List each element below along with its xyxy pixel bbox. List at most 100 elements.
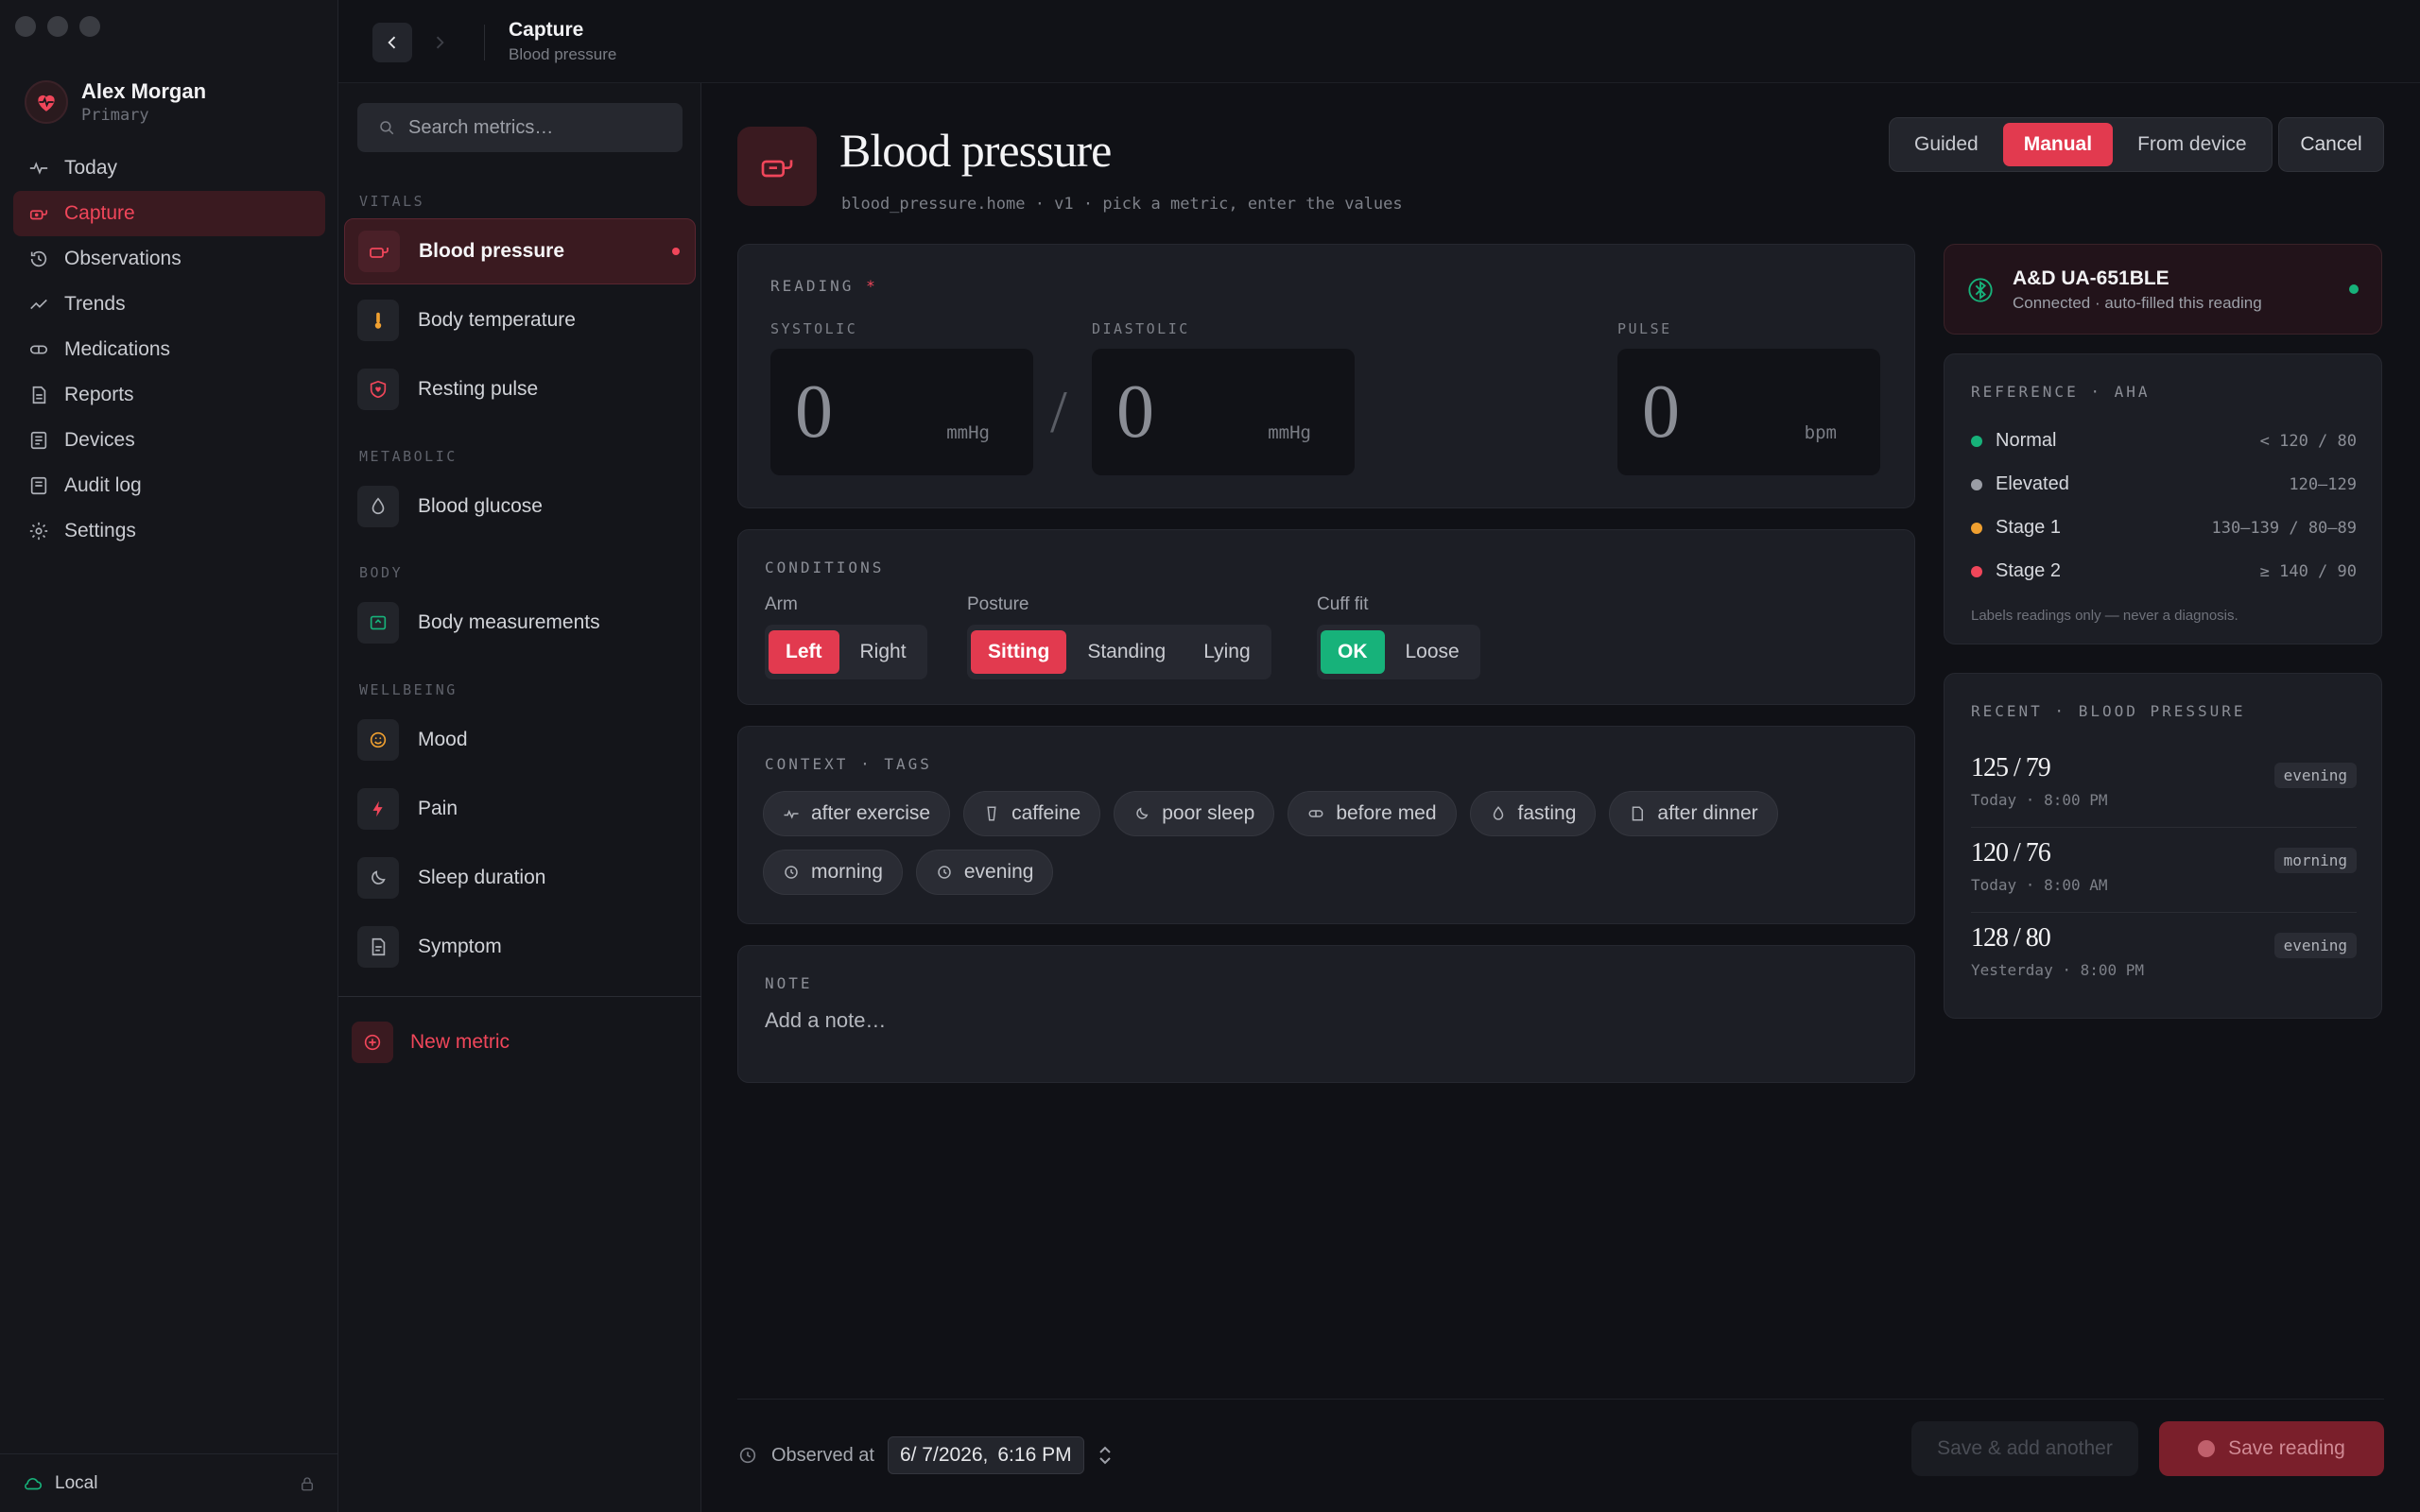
sidebar-item-today[interactable]: Today — [13, 146, 325, 191]
note-card[interactable]: NOTE Add a note… — [737, 945, 1915, 1083]
sidebar-item-capture[interactable]: Capture — [13, 191, 325, 236]
sidebar-item-label: Capture — [64, 202, 135, 224]
date-value: 6/ 7/2026, — [899, 1444, 989, 1466]
metric-label: Mood — [418, 729, 468, 750]
cancel-button[interactable]: Cancel — [2278, 117, 2384, 172]
moon-icon — [1136, 807, 1149, 819]
forward-button[interactable] — [420, 23, 459, 62]
sidebar-item-observations[interactable]: Observations — [13, 236, 325, 282]
profile[interactable]: Alex Morgan Primary — [25, 79, 206, 125]
metric-label: Resting pulse — [418, 378, 539, 400]
divider — [1971, 912, 2357, 913]
search-icon — [380, 121, 394, 135]
note-label: NOTE — [765, 974, 813, 992]
metric-item-blood-pressure[interactable]: Blood pressure — [344, 218, 696, 284]
sidebar-item-audit-log[interactable]: Audit log — [13, 463, 325, 508]
sidebar-item-settings[interactable]: Settings — [13, 508, 325, 554]
clock-icon — [785, 866, 798, 879]
clock-icon — [938, 866, 951, 879]
time-value: 6:16 PM — [997, 1444, 1072, 1466]
sidebar-item-label: Trends — [64, 293, 126, 315]
user-role: Primary — [81, 106, 149, 125]
tag-chip[interactable]: fasting — [1469, 791, 1597, 836]
close-window-button[interactable] — [15, 16, 36, 37]
diastolic-input[interactable]: 0 mmHg — [1092, 349, 1355, 475]
metric-item-pain[interactable]: Pain — [344, 776, 696, 842]
sidebar-item-devices[interactable]: Devices — [13, 418, 325, 463]
posture-lying[interactable]: Lying — [1186, 630, 1267, 674]
recent-reading[interactable]: 125 / 79 Today · 8:00 PM evening — [1971, 753, 2357, 809]
sidebar-item-label: Settings — [64, 520, 136, 541]
minimize-window-button[interactable] — [47, 16, 68, 37]
device-card[interactable]: A&D UA-651BLE Connected · auto-filled th… — [1944, 244, 2382, 335]
zoom-window-button[interactable] — [79, 16, 100, 37]
back-button[interactable] — [372, 23, 412, 62]
tag-chip[interactable]: after dinner — [1609, 791, 1778, 836]
systolic-input[interactable]: 0 mmHg — [770, 349, 1033, 475]
sidebar-item-label: Reports — [64, 384, 134, 405]
record-icon — [2198, 1440, 2216, 1457]
pulse-label: PULSE — [1617, 320, 1672, 337]
pulse-icon — [29, 162, 48, 175]
group-body: BODY — [359, 564, 404, 581]
disclaimer: Labels readings only — never a diagnosis… — [1971, 608, 2238, 624]
posture-switch: Sitting Standing Lying — [967, 625, 1271, 679]
metric-item-body-temperature[interactable]: Body temperature — [344, 287, 696, 353]
sidebar-item-trends[interactable]: Trends — [13, 282, 325, 327]
reference-row: Normal < 120 / 80 — [1971, 430, 2357, 452]
mode-from-device[interactable]: From device — [2117, 123, 2268, 166]
metric-item-resting-pulse[interactable]: Resting pulse — [344, 356, 696, 422]
device-icon — [30, 431, 47, 450]
systolic-label: SYSTOLIC — [770, 320, 858, 337]
divider — [338, 996, 701, 997]
bolt-icon — [357, 788, 399, 830]
sidebar-item-reports[interactable]: Reports — [13, 372, 325, 418]
posture-standing[interactable]: Standing — [1070, 630, 1183, 674]
metric-item-symptom[interactable]: Symptom — [344, 914, 696, 980]
stepper-icon[interactable] — [1098, 1442, 1113, 1469]
datetime-input[interactable]: 6/ 7/2026, 6:16 PM — [887, 1436, 1084, 1474]
user-name: Alex Morgan — [81, 79, 207, 103]
save-label: Save reading — [2228, 1437, 2345, 1459]
tag-chip[interactable]: poor sleep — [1114, 791, 1275, 836]
group-metabolic: METABOLIC — [359, 448, 458, 465]
window-controls — [15, 16, 100, 37]
metric-item-mood[interactable]: Mood — [344, 707, 696, 773]
cuff-loose[interactable]: Loose — [1389, 630, 1477, 674]
device-name: A&D UA-651BLE — [2013, 267, 2169, 289]
metric-item-body-measurements[interactable]: Body measurements — [344, 590, 696, 656]
arm-left[interactable]: Left — [769, 630, 839, 674]
recent-reading[interactable]: 120 / 76 Today · 8:00 AM morning — [1971, 838, 2357, 894]
save-reading-button[interactable]: Save reading — [2159, 1421, 2384, 1476]
mode-guided[interactable]: Guided — [1893, 123, 1999, 166]
cuff-ok[interactable]: OK — [1321, 630, 1385, 674]
tag-chip[interactable]: morning — [763, 850, 903, 895]
save-add-another-button[interactable]: Save & add another — [1911, 1421, 2138, 1476]
metric-item-sleep-duration[interactable]: Sleep duration — [344, 845, 696, 911]
pulse-input[interactable]: 0 bpm — [1617, 349, 1880, 475]
new-metric-label: New metric — [410, 1031, 510, 1053]
note-input[interactable]: Add a note… — [765, 1008, 886, 1033]
search-input[interactable]: Search metrics… — [357, 103, 683, 152]
tag-chip[interactable]: caffeine — [963, 791, 1101, 836]
tag-chip[interactable]: evening — [915, 850, 1054, 895]
mode-manual[interactable]: Manual — [2002, 123, 2114, 166]
systolic-value: 0 — [795, 370, 833, 454]
metric-item-blood-glucose[interactable]: Blood glucose — [344, 473, 696, 540]
new-metric-button[interactable]: New metric — [352, 1019, 510, 1066]
main-panel: Blood pressure blood_pressure.home · v1 … — [701, 83, 2420, 1512]
recent-reading[interactable]: 128 / 80 Yesterday · 8:00 PM evening — [1971, 923, 2357, 979]
separator: / — [1050, 378, 1067, 445]
status-dot — [1971, 522, 1982, 534]
posture-sitting[interactable]: Sitting — [971, 630, 1067, 674]
group-vitals: VITALS — [359, 193, 425, 210]
tag-chip[interactable]: before med — [1288, 791, 1457, 836]
tag-chip[interactable]: after exercise — [763, 791, 951, 836]
posture-label: Posture — [967, 594, 1029, 614]
page-subtitle: Blood pressure — [509, 45, 617, 63]
lock-icon[interactable] — [299, 1475, 316, 1492]
arm-right[interactable]: Right — [843, 630, 924, 674]
group-wellbeing: WELLBEING — [359, 681, 458, 698]
observed-at: Observed at 6/ 7/2026, 6:16 PM — [737, 1436, 1113, 1474]
sidebar-item-medications[interactable]: Medications — [13, 327, 325, 372]
